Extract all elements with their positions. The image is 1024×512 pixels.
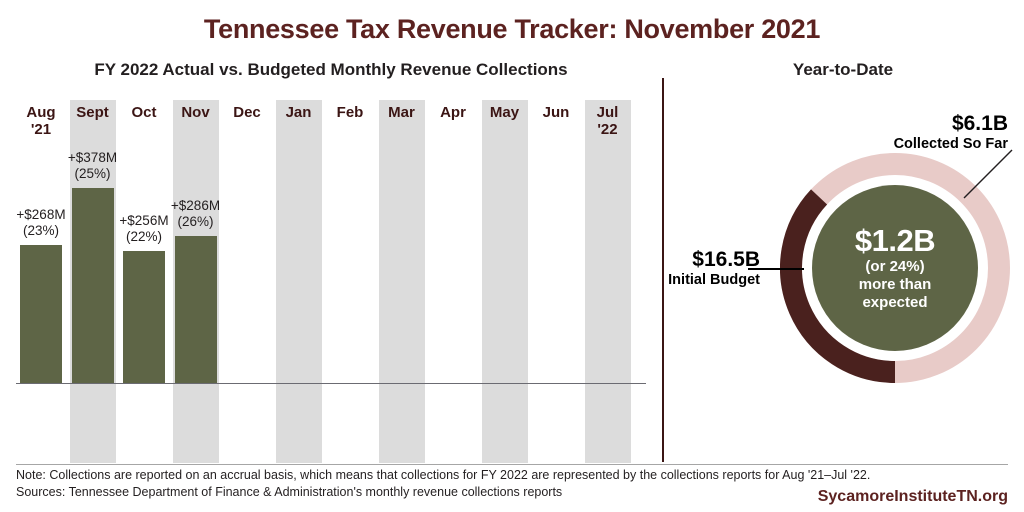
bar-oct [123,251,165,383]
footnote-note: Note: Collections are reported on an acc… [16,468,871,482]
month-label-dec: Dec [233,104,261,121]
month-label-jul: Jul '22 [580,104,636,138]
brand-url: SycamoreInstituteTN.org [817,488,1008,505]
month-label-aug: Aug '21 [13,104,69,138]
ytd-chart-title: Year-to-Date [792,60,894,79]
column-band-jan [275,100,322,463]
monthly-collections-bar-chart: Aug '21 Sept Oct Nov Dec Jan Feb Mar Apr May Jun Jul… [0,0,662,512]
bar-nov [174,236,217,383]
chart-baseline [16,383,646,384]
bar-percent-aug: (23%) [22,223,59,238]
month-label-oct: Oct [131,104,157,121]
donut-center-disc [812,185,978,351]
column-band-mar [378,100,425,463]
month-label-jan: Jan [285,104,312,121]
footer-divider [16,464,1008,465]
bar-value-nov: +$286M (26%) [157,198,235,230]
bar-percent-nov: (26%) [177,214,214,229]
month-label-apr: Apr [440,104,466,121]
bar-value-aug: +$268M (23%) [2,207,80,239]
column-band-may [481,100,528,463]
callout-initial-budget: $16.5B Initial Budget [640,248,760,289]
footnote-sources: Sources: Tennessee Department of Finance… [16,485,563,499]
bar-aug [20,245,62,383]
bar-percent-sept: (25%) [74,166,111,181]
callout-collected-so-far: $6.1B Collected So Far [848,112,1008,153]
callout-initial-budget-label: Initial Budget [668,272,760,288]
leader-line-initial-budget [748,268,804,270]
column-band-jul [584,100,631,463]
bar-percent-oct: (22%) [125,229,162,244]
month-year-jul: '22 [597,121,618,138]
month-year-aug: '21 [30,121,52,138]
month-label-feb: Feb [336,104,364,121]
footnotes: Note: Collections are reported on an acc… [16,467,871,501]
month-label-may: May [489,104,520,121]
month-label-nov: Nov [181,104,210,121]
callout-initial-budget-value: $16.5B [692,248,760,271]
leader-line-collected-so-far [963,149,1013,199]
bar-value-sept: +$378M (25%) [54,150,132,182]
month-label-sept: Sept [76,104,109,121]
month-label-jun: Jun [542,104,570,121]
month-label-mar: Mar [388,104,415,121]
callout-collected-value: $6.1B [951,112,1008,135]
